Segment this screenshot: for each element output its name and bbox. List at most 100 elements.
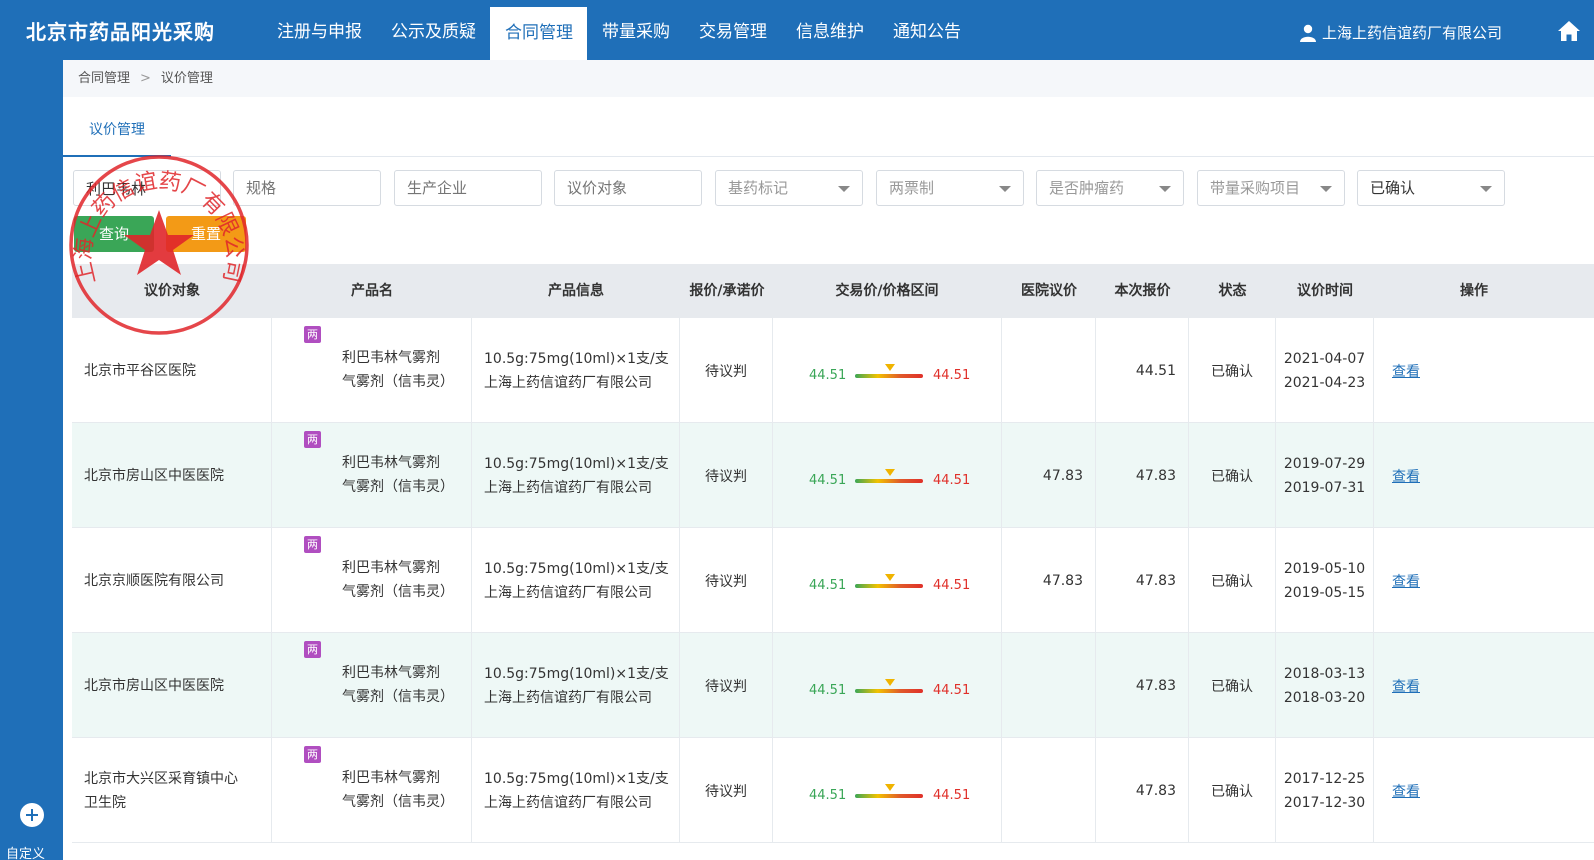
row-manufacturer: 上海上药信谊药厂有限公司 xyxy=(484,479,652,496)
row-current-quote: 47.83 xyxy=(1135,572,1176,589)
row-product-line1: 利巴韦林气雾剂 xyxy=(342,350,440,366)
price-gradient xyxy=(855,794,923,798)
vbp-project-select[interactable]: 带量采购项目 xyxy=(1197,170,1345,206)
col-product-name: 产品名 xyxy=(351,283,393,299)
row-current-quote: 47.83 xyxy=(1135,467,1176,484)
price-range-bar: 44.51 44.51 xyxy=(809,574,1009,596)
price-low: 44.51 xyxy=(809,578,847,593)
row-status: 已确认 xyxy=(1211,468,1253,485)
col-hospital-price: 医院议价 xyxy=(1021,283,1077,299)
table-row: 北京市大兴区采育镇中心卫生院 两 利巴韦林气雾剂 气雾剂（信韦灵） 10.5g:7… xyxy=(72,738,1594,843)
row-product-line2: 气雾剂（信韦灵） xyxy=(342,794,454,810)
row-spec: 10.5g:75mg(10ml)×1支/支 xyxy=(484,560,669,577)
table-row: 北京市房山区中医医院 两 利巴韦林气雾剂 气雾剂（信韦灵） 10.5g:75mg(… xyxy=(72,423,1594,528)
price-range-bar: 44.51 44.51 xyxy=(809,784,1009,806)
col-quote: 报价/承诺价 xyxy=(689,283,765,299)
row-spec: 10.5g:75mg(10ml)×1支/支 xyxy=(484,455,669,472)
negotiation-target-input[interactable] xyxy=(554,170,702,206)
two-invoice-select[interactable]: 两票制 xyxy=(876,170,1024,206)
main-nav: 注册与申报 公示及质疑 合同管理 带量采购 交易管理 信息维护 通知公告 xyxy=(262,0,975,60)
row-spec: 10.5g:75mg(10ml)×1支/支 xyxy=(484,770,669,787)
brand-title[interactable]: 北京市药品阳光采购 xyxy=(26,16,215,45)
chevron-down-icon xyxy=(838,186,850,192)
col-status: 状态 xyxy=(1218,283,1247,299)
view-link[interactable]: 查看 xyxy=(1374,781,1420,801)
row-current-quote: 44.51 xyxy=(1135,362,1176,379)
price-marker-icon xyxy=(885,574,895,581)
row-quote: 待议判 xyxy=(705,573,747,590)
price-range-bar: 44.51 44.51 xyxy=(809,679,1009,701)
row-product-line1: 利巴韦林气雾剂 xyxy=(342,665,440,681)
table-row: 北京市房山区中医医院 两 利巴韦林气雾剂 气雾剂（信韦灵） 10.5g:75mg(… xyxy=(72,633,1594,738)
left-sidebar xyxy=(0,60,63,860)
row-hospital-price: 47.83 xyxy=(1042,467,1083,484)
nav-item-info-maintenance[interactable]: 信息维护 xyxy=(781,0,878,60)
view-link[interactable]: 查看 xyxy=(1374,466,1420,486)
view-link[interactable]: 查看 xyxy=(1374,361,1420,381)
spec-input[interactable] xyxy=(233,170,381,206)
user-menu[interactable]: 上海上药信谊药厂有限公司 xyxy=(1300,22,1502,43)
top-navbar: 北京市药品阳光采购 注册与申报 公示及质疑 合同管理 带量采购 交易管理 信息维… xyxy=(0,0,1594,60)
price-low: 44.51 xyxy=(809,683,847,698)
row-spec: 10.5g:75mg(10ml)×1支/支 xyxy=(484,665,669,682)
row-date-start: 2018-03-13 xyxy=(1283,665,1366,682)
price-gradient xyxy=(855,479,923,483)
breadcrumb-separator: > xyxy=(140,71,151,86)
breadcrumb-negotiation: 议价管理 xyxy=(160,71,213,86)
two-invoice-label: 两票制 xyxy=(889,179,935,197)
row-status: 已确认 xyxy=(1211,783,1253,800)
col-product-info: 产品信息 xyxy=(548,283,604,299)
tumor-drug-select[interactable]: 是否肿瘤药 xyxy=(1036,170,1184,206)
nav-item-volume-purchase[interactable]: 带量采购 xyxy=(587,0,684,60)
row-date-end: 2018-03-20 xyxy=(1283,689,1366,706)
product-name-input[interactable] xyxy=(73,170,221,206)
essential-drug-select[interactable]: 基药标记 xyxy=(715,170,863,206)
row-status: 已确认 xyxy=(1211,363,1253,380)
row-product-line1: 利巴韦林气雾剂 xyxy=(342,770,440,786)
row-manufacturer: 上海上药信谊药厂有限公司 xyxy=(484,689,652,706)
row-date-start: 2017-12-25 xyxy=(1283,770,1366,787)
col-negotiation-time: 议价时间 xyxy=(1297,283,1353,299)
row-spec: 10.5g:75mg(10ml)×1支/支 xyxy=(484,350,669,367)
row-hospital: 北京市平谷区医院 xyxy=(84,362,196,379)
nav-item-trade[interactable]: 交易管理 xyxy=(684,0,781,60)
chevron-down-icon xyxy=(1480,186,1492,192)
col-current-quote: 本次报价 xyxy=(1114,283,1171,299)
row-manufacturer: 上海上药信谊药厂有限公司 xyxy=(484,374,652,391)
nav-item-notices[interactable]: 通知公告 xyxy=(878,0,975,60)
tab-strip: 议价管理 xyxy=(63,97,1594,157)
row-hospital: 北京市房山区中医医院 xyxy=(84,677,224,694)
price-low: 44.51 xyxy=(809,368,847,383)
manufacturer-input[interactable] xyxy=(394,170,542,206)
chevron-down-icon xyxy=(999,186,1011,192)
add-custom-icon[interactable] xyxy=(20,803,44,827)
row-date-start: 2019-05-10 xyxy=(1283,560,1366,577)
query-button[interactable]: 查询 xyxy=(74,216,154,252)
breadcrumb-contract[interactable]: 合同管理 xyxy=(78,71,130,86)
row-hospital: 北京市大兴区采育镇中心卫生院 xyxy=(84,770,238,811)
vbp-project-label: 带量采购项目 xyxy=(1210,179,1301,197)
nav-item-publicity[interactable]: 公示及质疑 xyxy=(376,0,490,60)
home-icon[interactable] xyxy=(1557,20,1581,42)
status-select[interactable]: 已确认 xyxy=(1357,170,1505,206)
price-marker-icon xyxy=(885,679,895,686)
nav-item-registration[interactable]: 注册与申报 xyxy=(262,0,376,60)
row-date-end: 2019-05-15 xyxy=(1283,584,1366,601)
nav-item-contract[interactable]: 合同管理 xyxy=(490,7,587,60)
row-date-end: 2019-07-31 xyxy=(1283,479,1366,496)
row-quote: 待议判 xyxy=(705,363,747,380)
price-gradient xyxy=(855,584,923,588)
col-price-range: 交易价/价格区间 xyxy=(835,283,939,299)
row-product-line1: 利巴韦林气雾剂 xyxy=(342,560,440,576)
row-status: 已确认 xyxy=(1211,678,1253,695)
view-link[interactable]: 查看 xyxy=(1374,571,1420,591)
col-action: 操作 xyxy=(1460,283,1488,299)
tab-negotiation[interactable]: 议价管理 xyxy=(63,97,171,157)
chevron-down-icon xyxy=(1320,186,1332,192)
reset-button[interactable]: 重置 xyxy=(166,216,246,252)
row-date-end: 2017-12-30 xyxy=(1283,794,1366,811)
view-link[interactable]: 查看 xyxy=(1374,676,1420,696)
company-name: 上海上药信谊药厂有限公司 xyxy=(1322,24,1503,42)
custom-label[interactable]: 自定义 xyxy=(6,843,45,860)
price-high: 44.51 xyxy=(933,473,971,488)
